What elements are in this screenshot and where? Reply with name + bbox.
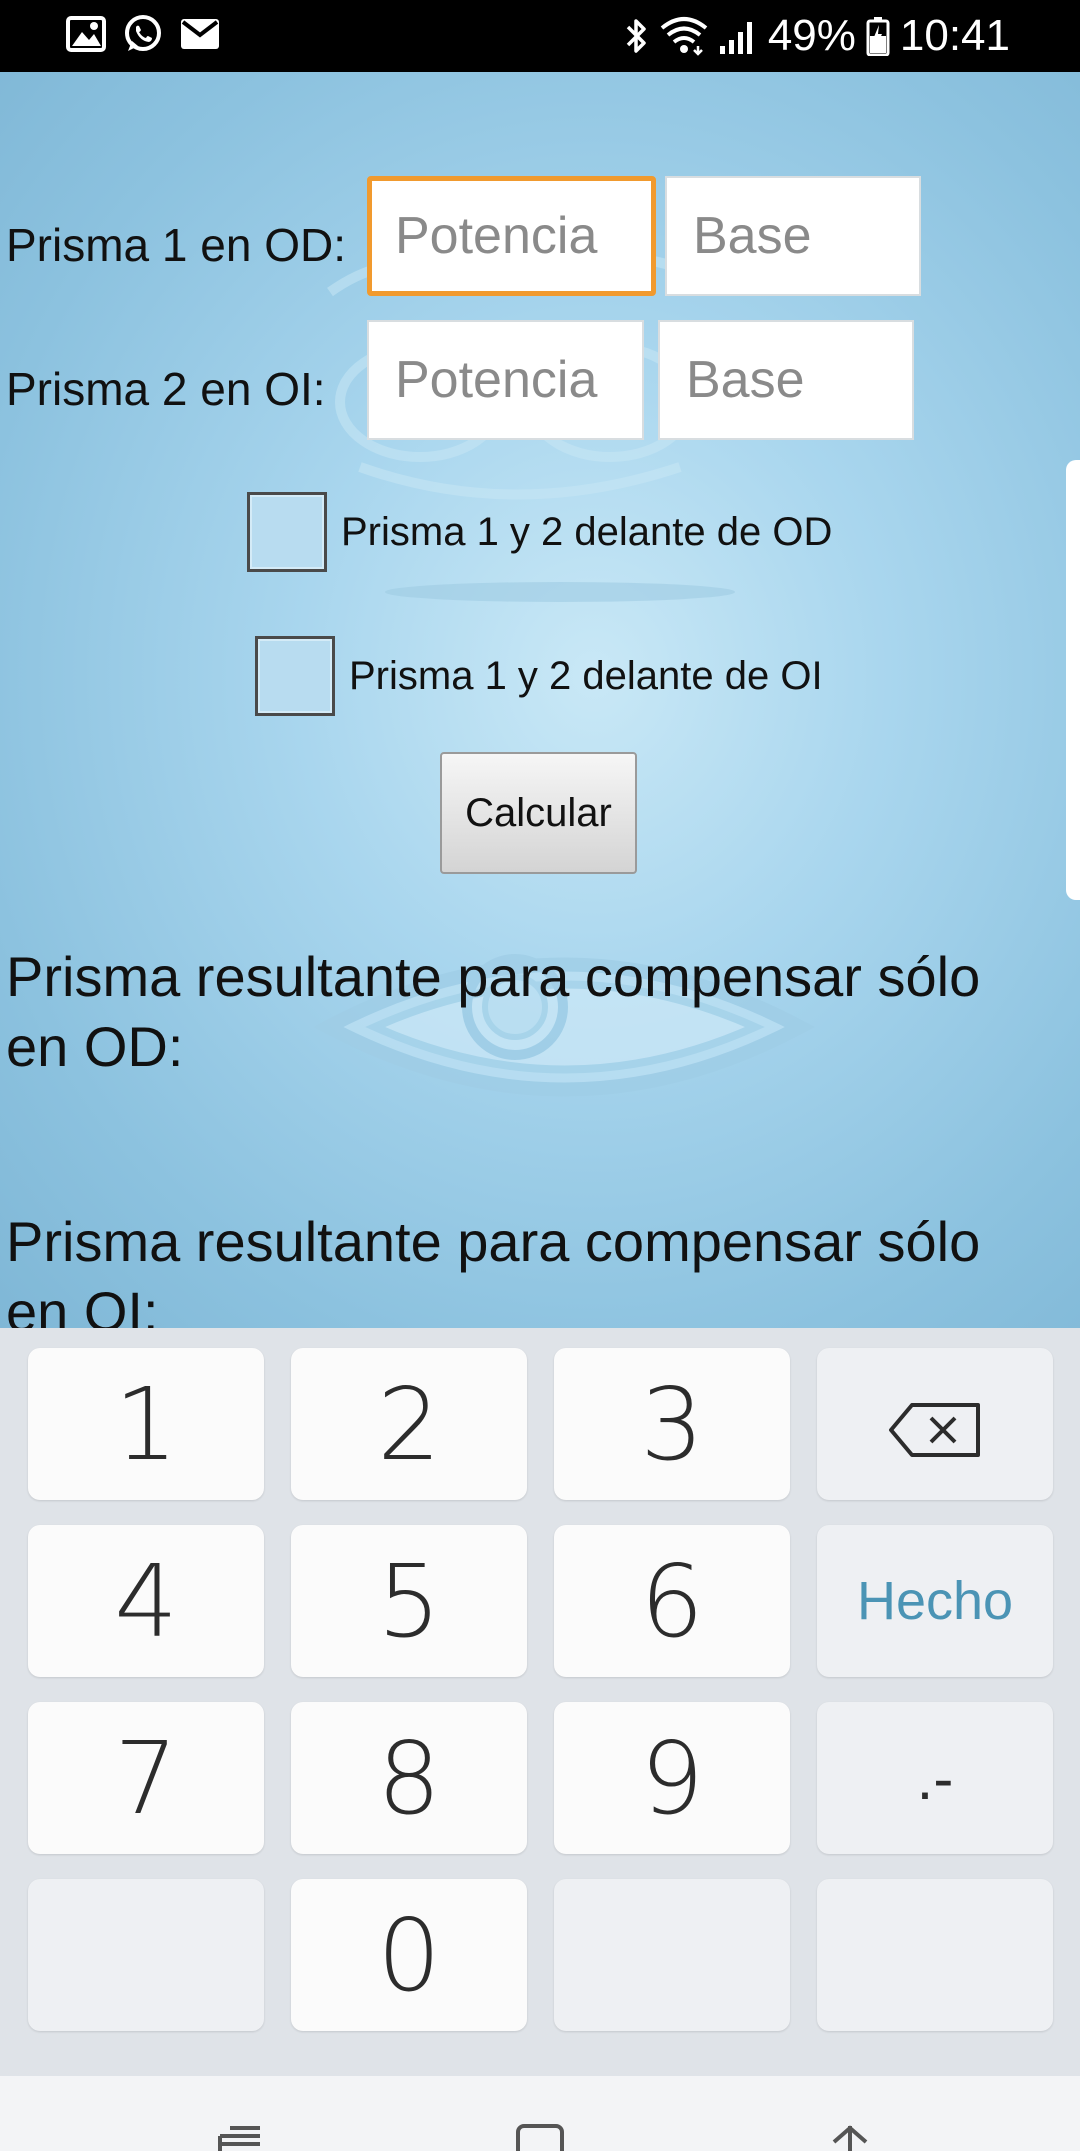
prism2-base-input[interactable] [658,320,914,440]
signal-icon [718,16,758,56]
key-3[interactable]: 3 [554,1348,790,1500]
prism1-base-input[interactable] [665,176,921,296]
key-0[interactable]: 0 [291,1879,527,2031]
key-8[interactable]: 8 [291,1702,527,1854]
blank-key-mid [554,1879,790,2031]
recent-apps-icon[interactable] [216,2124,264,2156]
status-bar: 49% 10:41 [0,0,1080,72]
back-icon[interactable] [826,2124,874,2156]
blank-key-left [28,1879,264,2031]
checkbox-od-label: Prisma 1 y 2 delante de OD [341,509,833,554]
key-9[interactable]: 9 [554,1702,790,1854]
wifi-icon [660,16,708,56]
battery-icon [866,16,890,56]
checkbox-row-od[interactable]: Prisma 1 y 2 delante de OD [247,492,832,572]
app-content: Prisma 1 en OD: Prisma 2 en OI: Prisma 1… [0,72,1080,1328]
mail-icon [180,18,220,55]
home-icon[interactable] [516,2124,564,2156]
result-oi-text: Prisma resultante para compensar sólo en… [6,1210,981,1328]
checkbox-row-oi[interactable]: Prisma 1 y 2 delante de OI [255,636,823,716]
prism1-power-input[interactable] [367,176,656,296]
dot-dash-key[interactable]: .- [817,1702,1053,1854]
calculate-button[interactable]: Calcular [440,752,637,874]
checkbox-oi-label: Prisma 1 y 2 delante de OI [349,653,823,698]
numeric-keyboard: 1 2 3 4 5 6 Hecho 7 8 9 .- 0 [0,1328,1080,2076]
backspace-key[interactable] [817,1348,1053,1500]
gallery-icon [66,15,106,57]
battery-percent: 49% [767,11,856,60]
dot-dash-key-label: .- [916,1744,954,1812]
backspace-icon [888,1366,982,1483]
system-status: 49% 10:41 [624,10,1010,62]
key-4[interactable]: 4 [28,1525,264,1677]
notification-icons [66,14,220,58]
prism2-power-input[interactable] [367,320,644,440]
result-od-text: Prisma resultante para compensar sólo en… [6,945,981,1078]
key-7[interactable]: 7 [28,1702,264,1854]
prism1-label: Prisma 1 en OD: [6,219,346,271]
key-1[interactable]: 1 [28,1348,264,1500]
blank-key-right [817,1879,1053,2031]
checkbox-oi[interactable] [255,636,335,716]
done-key[interactable]: Hecho [817,1525,1053,1677]
clock: 10:41 [899,11,1010,60]
key-2[interactable]: 2 [291,1348,527,1500]
key-6[interactable]: 6 [554,1525,790,1677]
edge-panel-handle[interactable] [1066,460,1080,900]
whatsapp-icon [122,13,164,60]
done-key-label: Hecho [856,1571,1014,1631]
bluetooth-icon [624,16,650,56]
prism2-label: Prisma 2 en OI: [6,363,326,415]
key-5[interactable]: 5 [291,1525,527,1677]
checkbox-od[interactable] [247,492,327,572]
navigation-bar [0,2076,1080,2156]
